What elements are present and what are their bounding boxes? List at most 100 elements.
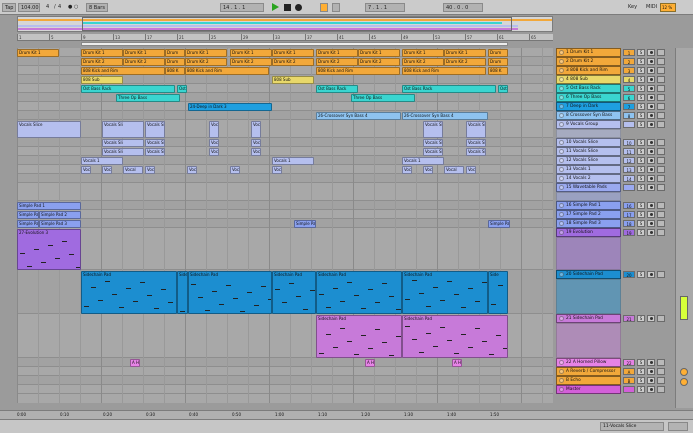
track-title-bar[interactable]: 4 808 Sub	[556, 75, 621, 84]
arrangement-clip[interactable]: Vocal	[123, 166, 143, 174]
track-fold-icon[interactable]	[559, 360, 564, 365]
arrangement-clip[interactable]: Vocals 1	[402, 157, 444, 165]
time-ruler-bottom[interactable]: 0:00 0:10 0:20 0:30 0:40 0:50 1:00 1:10 1:20 1:30…	[0, 410, 693, 419]
arrangement-clip[interactable]: Voc	[251, 121, 261, 138]
track-lane[interactable]	[17, 376, 553, 385]
arm-button[interactable]	[647, 139, 655, 146]
arrangement-clip[interactable]: Simple Pa	[294, 220, 316, 228]
track-extra-button[interactable]	[657, 377, 665, 384]
tap-tempo-button[interactable]: Tap	[2, 3, 16, 12]
arrangement-clip[interactable]: Ost	[177, 85, 187, 93]
track-lane[interactable]	[17, 358, 553, 367]
arrangement-clip[interactable]: A Ho	[130, 359, 140, 367]
track-activator[interactable]: 14	[623, 175, 635, 182]
track-activator[interactable]: 6	[623, 94, 635, 101]
arrangement-clip[interactable]: 808 Kick and Rim	[316, 67, 400, 75]
track-fold-icon[interactable]	[559, 369, 564, 374]
track-lane[interactable]	[17, 174, 553, 183]
track-fold-icon[interactable]	[559, 167, 564, 172]
track-activator[interactable]: 19	[623, 229, 635, 236]
solo-button[interactable]: S	[637, 359, 645, 366]
arrangement-clip[interactable]: Vocals Sli	[423, 139, 443, 147]
track-activator[interactable]: 1	[623, 49, 635, 56]
arrangement-clip[interactable]: Vocals 1	[272, 157, 314, 165]
track-lane[interactable]	[17, 210, 553, 219]
arrangement-view[interactable]: Drum Kit 1 Drum Kit 1 Drum Kit 1 Drum Drum K…	[17, 48, 553, 403]
arrangement-clip[interactable]: 808 Kick and Rim	[185, 67, 269, 75]
track-fold-icon[interactable]	[559, 221, 564, 226]
arm-button[interactable]	[647, 377, 655, 384]
track-fold-icon[interactable]	[559, 113, 564, 118]
arrangement-clip[interactable]: Drum Kit 2	[402, 58, 444, 66]
track-extra-button[interactable]	[657, 67, 665, 74]
arrangement-clip[interactable]: Voc	[102, 166, 112, 174]
track-header[interactable]: 5 Ost Bass Rack 5 S	[556, 84, 673, 93]
arrangement-clip[interactable]: Vocal	[444, 166, 464, 174]
key-map-button[interactable]: Key	[626, 3, 640, 12]
track-fold-icon[interactable]	[559, 378, 564, 383]
arrangement-clip[interactable]: Drum Kit 2	[272, 58, 314, 66]
track-activator[interactable]	[623, 121, 635, 128]
track-lane[interactable]	[17, 93, 553, 102]
solo-button[interactable]: S	[637, 112, 645, 119]
arrangement-clip[interactable]: Sidechain Pad	[316, 315, 402, 358]
track-extra-button[interactable]	[657, 359, 665, 366]
track-header[interactable]: 2 Drum Kit 2 2S	[556, 57, 673, 66]
arrangement-clip[interactable]: Drum Kit 2	[316, 58, 358, 66]
arrangement-clip[interactable]: 808 Kick and Rim	[402, 67, 486, 75]
arm-button[interactable]	[647, 386, 655, 393]
track-activator[interactable]: 18	[623, 220, 635, 227]
arrangement-clip[interactable]: Voc	[81, 166, 91, 174]
arrangement-position[interactable]: 14 . 1 . 1	[220, 3, 264, 12]
track-title-bar[interactable]: B Echo	[556, 376, 621, 385]
arm-button[interactable]	[647, 94, 655, 101]
track-title-bar[interactable]: 15 Wavetable Pads	[556, 183, 621, 192]
play-icon[interactable]	[272, 3, 279, 11]
time-sig-num[interactable]: 4	[44, 3, 52, 12]
track-extra-button[interactable]	[657, 271, 665, 278]
solo-button[interactable]: S	[637, 368, 645, 375]
track-extra-button[interactable]	[657, 229, 665, 236]
arm-button[interactable]	[647, 103, 655, 110]
arm-button[interactable]	[647, 148, 655, 155]
track-extra-button[interactable]	[657, 211, 665, 218]
solo-button[interactable]: S	[637, 103, 645, 110]
solo-button[interactable]: S	[637, 121, 645, 128]
arrangement-clip[interactable]: Side	[177, 271, 188, 314]
track-header[interactable]: 6 Three Op Bass 6 S	[556, 93, 673, 102]
track-header[interactable]: 3 808 Kick and Rim 3 S	[556, 66, 673, 75]
arm-button[interactable]	[647, 49, 655, 56]
track-header[interactable]: 12 Vocals Slice 12 S	[556, 156, 673, 165]
track-fold-icon[interactable]	[559, 59, 564, 64]
arrangement-clip[interactable]: Vocals Sli	[466, 139, 486, 147]
track-title-bar[interactable]: Master	[556, 385, 621, 394]
track-fold-icon[interactable]	[559, 316, 564, 321]
arrangement-clip[interactable]: Ost	[498, 85, 508, 93]
track-title-bar[interactable]: 13 Vocals 1	[556, 165, 621, 174]
arrangement-clip[interactable]: 808 Kick and Rim	[81, 67, 165, 75]
arrangement-clip[interactable]: 24-Deep in Dark 3	[188, 103, 272, 111]
track-extra-button[interactable]	[657, 386, 665, 393]
arrangement-clip[interactable]: Voc	[466, 166, 476, 174]
track-fold-icon[interactable]	[559, 149, 564, 154]
track-title-bar[interactable]: 22 A Horned Pillow	[556, 358, 621, 367]
arrangement-clip[interactable]: Sidechain Pad	[316, 271, 402, 314]
solo-button[interactable]: S	[637, 94, 645, 101]
time-sig-den[interactable]: 4	[56, 3, 64, 12]
arrangement-clip[interactable]: Vocals Sli	[102, 148, 144, 156]
arm-button[interactable]	[647, 184, 655, 191]
arrangement-clip[interactable]: Sidechain Pad	[402, 315, 508, 358]
track-extra-button[interactable]	[657, 49, 665, 56]
track-extra-button[interactable]	[657, 184, 665, 191]
track-activator[interactable]: 11	[623, 148, 635, 155]
arrangement-clip[interactable]: Voc	[423, 166, 433, 174]
arm-button[interactable]	[647, 175, 655, 182]
arrangement-clip[interactable]: Drum Kit 1	[81, 49, 123, 57]
track-activator[interactable]: 10	[623, 139, 635, 146]
track-fold-icon[interactable]	[559, 86, 564, 91]
arrangement-overview[interactable]	[17, 16, 553, 32]
track-extra-button[interactable]	[657, 121, 665, 128]
arrangement-clip[interactable]: Drum Kit 1	[17, 49, 59, 57]
arrangement-clip[interactable]: Vocals Sli	[423, 121, 443, 138]
arrangement-clip[interactable]: Vocals 1	[81, 157, 123, 165]
